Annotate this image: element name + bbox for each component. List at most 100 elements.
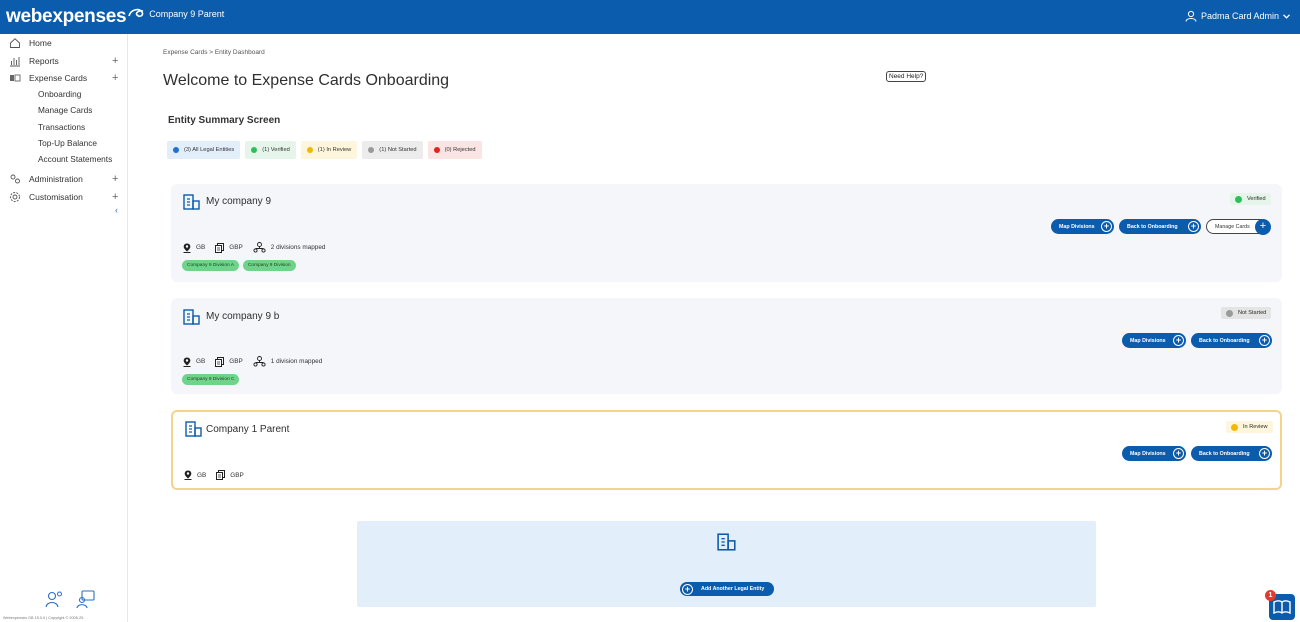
button-label: Map Divisions [1130, 450, 1166, 457]
entity-meta: GB GBP 2 divisions mapped [183, 242, 335, 253]
section-title: Entity Summary Screen [168, 115, 281, 126]
sidebar-item-reports[interactable]: Reports + [0, 53, 128, 69]
sidebar-item-customisation[interactable]: Customisation + [0, 189, 128, 205]
sidebar-item-administration[interactable]: Administration + [0, 171, 128, 187]
sidebar-subitem-account-statements[interactable]: Account Statements [38, 154, 112, 164]
filter-label: (1) Not Started [379, 147, 417, 153]
back-to-onboarding-button[interactable]: Back to Onboarding + [1191, 333, 1272, 348]
division-tag: Company 9 Division [242, 260, 296, 271]
plus-icon: + [1101, 221, 1112, 232]
map-divisions-button[interactable]: Map Divisions + [1122, 446, 1186, 461]
sidebar-item-label: Expense Cards [29, 73, 88, 83]
division-tag: Company 9 Division C [182, 374, 240, 385]
filter-in-review[interactable]: (1) In Review [300, 141, 358, 159]
division-tags: Company 9 Division A Company 9 Division [182, 260, 296, 271]
sidebar-item-home[interactable]: Home [0, 35, 128, 51]
division-tags: Company 9 Division C [182, 374, 240, 385]
currency-code: GBP [229, 244, 243, 251]
webexpenses-logo[interactable]: webexpenses [6, 6, 145, 28]
need-help-button[interactable]: Need Help? [886, 71, 927, 82]
entity-name: Company 1 Parent [206, 424, 290, 435]
plus-icon: + [1173, 448, 1184, 459]
breadcrumb[interactable]: Expense Cards > Entity Dashboard [163, 49, 265, 56]
expand-icon[interactable]: + [112, 191, 118, 203]
user-settings-icon[interactable] [44, 589, 64, 609]
divisions-mapped: 2 divisions mapped [270, 244, 326, 251]
org-name[interactable]: Company 9 Parent [149, 9, 224, 19]
entity-meta: GB GBP 1 division mapped [183, 356, 332, 367]
filter-label: (0) Rejected [444, 147, 476, 153]
manage-cards-button[interactable]: Manage Cards + [1206, 219, 1271, 235]
expand-icon[interactable]: + [112, 173, 118, 185]
reports-icon [10, 57, 20, 67]
filter-verified[interactable]: (1) Verified [245, 141, 296, 159]
feedback-icon[interactable] [76, 589, 96, 609]
sidebar-item-label: Customisation [29, 192, 83, 202]
building-icon [717, 533, 736, 551]
sidebar-subitem-onboarding[interactable]: Onboarding [38, 89, 81, 99]
add-another-legal-entity-button[interactable]: + Add Another Legal Entity [680, 582, 774, 596]
plus-icon: + [682, 583, 693, 595]
admin-icon [10, 174, 20, 184]
plus-icon: + [1188, 221, 1199, 232]
currency-icon [216, 470, 226, 480]
plus-icon: + [1259, 335, 1270, 346]
entity-meta: GB GBP [184, 470, 254, 480]
sidebar-item-expense-cards[interactable]: Expense Cards + [0, 70, 128, 86]
home-icon [10, 38, 20, 48]
filter-label: (3) All Legal Entities [184, 147, 235, 153]
sidebar-item-label: Reports [29, 56, 59, 66]
add-legal-entity-panel: + Add Another Legal Entity [357, 521, 1096, 607]
expand-icon[interactable]: + [112, 55, 118, 67]
back-to-onboarding-button[interactable]: Back to Onboarding + [1119, 219, 1201, 234]
gear-icon [10, 192, 20, 202]
sidebar-item-label: Administration [29, 174, 83, 184]
entity-name: My company 9 b [206, 311, 280, 322]
sidebar-bottom-actions [44, 589, 96, 609]
currency-icon [215, 242, 225, 253]
button-label: Map Divisions [1059, 223, 1095, 230]
plus-icon: + [1255, 219, 1271, 235]
plus-icon: + [1259, 448, 1270, 459]
location-icon [183, 243, 191, 253]
logo-swirl-icon [128, 8, 144, 18]
building-icon [183, 194, 200, 210]
back-to-onboarding-button[interactable]: Back to Onboarding + [1191, 446, 1272, 461]
status-badge: Not Started [1221, 307, 1272, 319]
logo-text: webexpenses [6, 6, 127, 27]
sidebar-subitem-top-up-balance[interactable]: Top-Up Balance [38, 138, 97, 148]
button-label: Manage Cards [1215, 223, 1250, 230]
button-label: Back to Onboarding [1199, 337, 1250, 344]
location-icon [183, 357, 191, 367]
chevron-down-icon [1283, 13, 1290, 19]
user-icon [1185, 10, 1197, 22]
guide-button[interactable]: 1 [1265, 590, 1295, 620]
status-dot [1231, 423, 1238, 431]
sidebar-subitem-manage-cards[interactable]: Manage Cards [38, 105, 92, 115]
expand-icon[interactable]: + [112, 72, 118, 84]
footer-copyright: Webexpenses GB 15.0.0 | Copyright © 2005… [3, 616, 84, 620]
collapse-sidebar-icon[interactable]: ‹ [115, 205, 118, 215]
user-menu[interactable]: Padma Card Admin [1185, 10, 1290, 22]
currency-code: GBP [229, 358, 243, 365]
user-name: Padma Card Admin [1200, 11, 1279, 21]
status-label: Verified [1247, 196, 1266, 202]
sidebar-subitem-transactions[interactable]: Transactions [38, 122, 85, 132]
status-label: In Review [1243, 424, 1268, 430]
filter-label: (1) Verified [262, 147, 290, 153]
status-dot [368, 147, 375, 153]
plus-icon: + [1173, 335, 1184, 346]
notification-badge: 1 [1265, 590, 1276, 601]
button-label: Add Another Legal Entity [701, 586, 765, 592]
division-tag: Company 9 Division A [182, 260, 239, 271]
button-label: Map Divisions [1130, 337, 1166, 344]
sidebar: Home Reports + Expense Cards + Onboardin… [0, 34, 128, 622]
divisions-icon [253, 242, 266, 253]
filter-rejected[interactable]: (0) Rejected [427, 141, 482, 159]
country-code: GB [197, 471, 207, 479]
map-divisions-button[interactable]: Map Divisions + [1051, 219, 1114, 234]
map-divisions-button[interactable]: Map Divisions + [1122, 333, 1186, 348]
status-label: Not Started [1238, 310, 1267, 316]
filter-all-legal-entities[interactable]: (3) All Legal Entities [167, 141, 241, 159]
filter-not-started[interactable]: (1) Not Started [362, 141, 423, 159]
